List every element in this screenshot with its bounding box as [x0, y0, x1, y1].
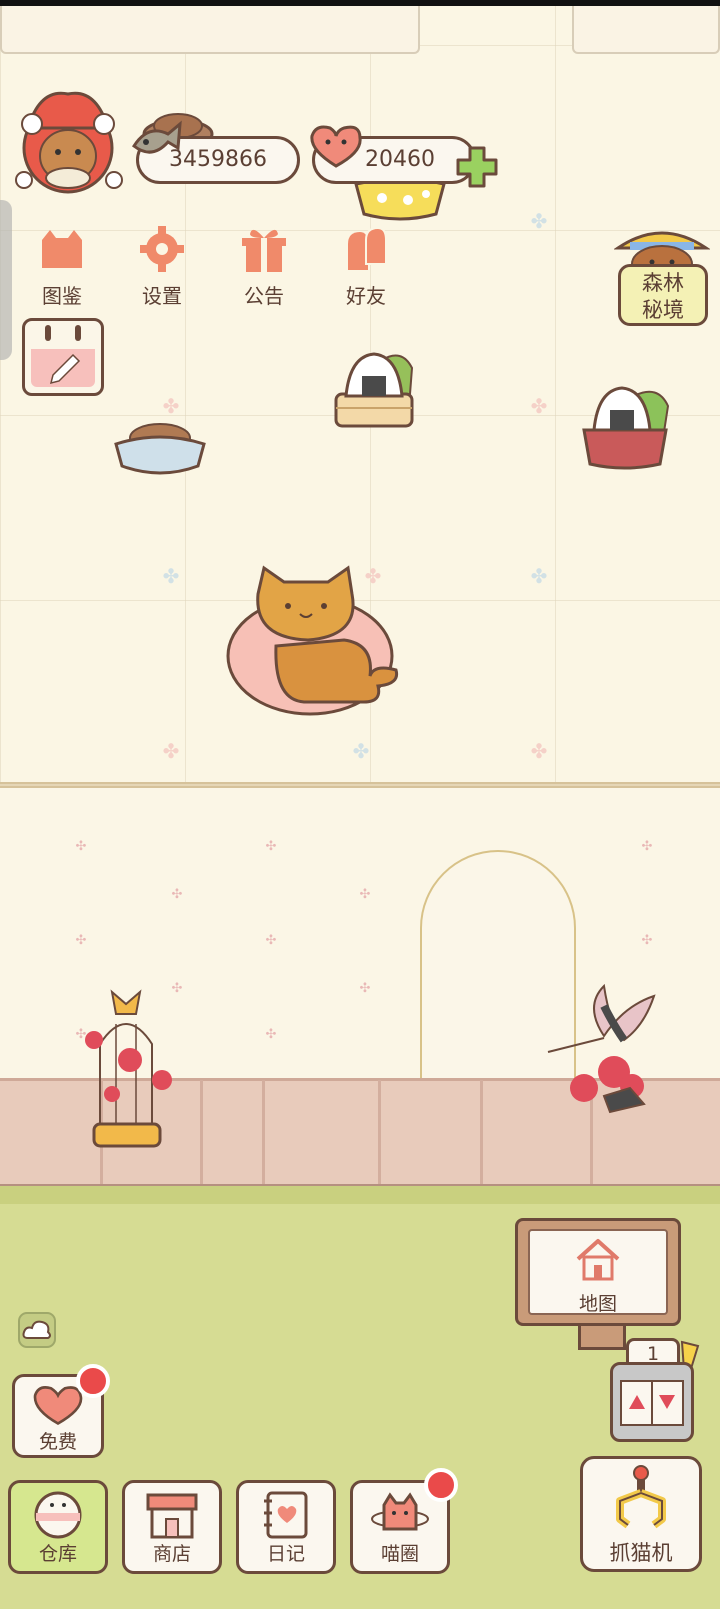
diary-icon [264, 1491, 308, 1539]
wallpaper-dot: ✣ [359, 887, 371, 902]
orange-cat-on-cushion[interactable] [224, 564, 408, 724]
player-avatar[interactable] [10, 88, 126, 196]
fish-coin-icon [132, 120, 182, 154]
warehouse-label: 仓库 [38, 1543, 77, 1565]
map-signboard-button[interactable]: 地图 [515, 1218, 681, 1326]
sign-post [578, 1326, 626, 1350]
elevator-arrows-icon [620, 1380, 684, 1426]
diary-button[interactable]: 日记 [236, 1480, 336, 1574]
wall-flower-deco: ✤ [530, 209, 548, 233]
cat-circle-label: 喵圈 [380, 1543, 419, 1565]
wallpaper-dot: ✣ [265, 1027, 277, 1042]
wall-flower-deco: ✤ [530, 564, 548, 588]
notification-dot [76, 1364, 110, 1398]
gift-icon [242, 229, 286, 272]
wallpaper-dot: ✣ [641, 933, 653, 948]
map-label: 地图 [578, 1293, 617, 1315]
calendar-pencil-icon [31, 325, 95, 387]
warehouse-icon [34, 1491, 82, 1539]
shop-icon [146, 1493, 198, 1539]
window-frame-left [0, 6, 420, 54]
wall-flower-deco: ✤ [162, 564, 180, 588]
wall-flower-deco: ✤ [352, 739, 370, 763]
floor-board-seam [200, 1080, 203, 1184]
wallpaper-dot: ✣ [75, 839, 87, 854]
wallpaper-dot: ✣ [265, 933, 277, 948]
shop-label: 商店 [152, 1543, 191, 1565]
gear-icon [140, 226, 184, 272]
cat-food-bowl-icon[interactable] [112, 414, 208, 480]
forest-realm-button[interactable]: 森林 秘境 [618, 264, 708, 326]
menu-announcement-button[interactable]: 公告 [224, 224, 304, 314]
claw-icon [616, 1465, 666, 1529]
onigiri-bowl-icon[interactable] [580, 380, 676, 472]
flower-birdcage-decor[interactable] [82, 984, 178, 1164]
warehouse-button[interactable]: 仓库 [8, 1480, 108, 1574]
butterfly-flower-decor[interactable] [544, 976, 684, 1136]
claw-label: 抓猫机 [609, 1541, 673, 1565]
grass-edge [0, 1186, 720, 1204]
menu-catalog-button[interactable]: 图鉴 [22, 224, 102, 314]
wallpaper-dot: ✣ [641, 839, 653, 854]
wallpaper-dot: ✣ [171, 887, 183, 902]
claw-machine-button[interactable]: 抓猫机 [580, 1456, 702, 1572]
free-label: 免费 [38, 1431, 77, 1453]
collapse-toggle-button[interactable] [18, 1312, 56, 1348]
floor-board-seam [480, 1080, 483, 1184]
diary-label: 日记 [266, 1543, 305, 1565]
menu-label: 公告 [244, 284, 284, 308]
gacha-machine-button[interactable] [610, 1362, 694, 1442]
cat-book-icon [42, 230, 82, 268]
menu-label: 设置 [142, 284, 182, 308]
forest-label-line1: 森林 [642, 271, 684, 295]
wall-flower-deco: ✤ [162, 739, 180, 763]
wallpaper-dot: ✣ [265, 839, 277, 854]
friends-icon [348, 226, 387, 270]
floor-board-seam [378, 1080, 381, 1184]
wall-flower-deco: ✤ [530, 739, 548, 763]
heart-value: 20460 [365, 147, 435, 172]
side-drawer-tab[interactable] [0, 200, 12, 360]
heart-currency-icon [310, 125, 362, 168]
shop-button[interactable]: 商店 [122, 1480, 222, 1574]
forest-label-line2: 秘境 [642, 298, 684, 322]
menu-label: 图鉴 [42, 284, 82, 308]
house-icon [576, 1239, 620, 1281]
menu-friends-button[interactable]: 好友 [326, 224, 406, 314]
wallpaper-dot: ✣ [359, 981, 371, 996]
wall-flower-deco: ✤ [530, 394, 548, 418]
menu-label: 好友 [346, 284, 386, 308]
window-frame-right [572, 6, 720, 54]
checkin-calendar-button[interactable] [22, 318, 104, 396]
cloud-icon [22, 1320, 51, 1339]
cheese-dish-icon[interactable] [352, 178, 448, 222]
onigiri-steamer-icon[interactable] [332, 348, 428, 434]
menu-settings-button[interactable]: 设置 [122, 224, 202, 314]
notification-dot [424, 1468, 458, 1502]
add-hearts-button[interactable] [454, 144, 500, 190]
cat-planet-icon [371, 1492, 429, 1531]
floor-board-seam [262, 1080, 265, 1184]
wallpaper-dot: ✣ [75, 933, 87, 948]
heart-gift-icon [33, 1386, 83, 1426]
